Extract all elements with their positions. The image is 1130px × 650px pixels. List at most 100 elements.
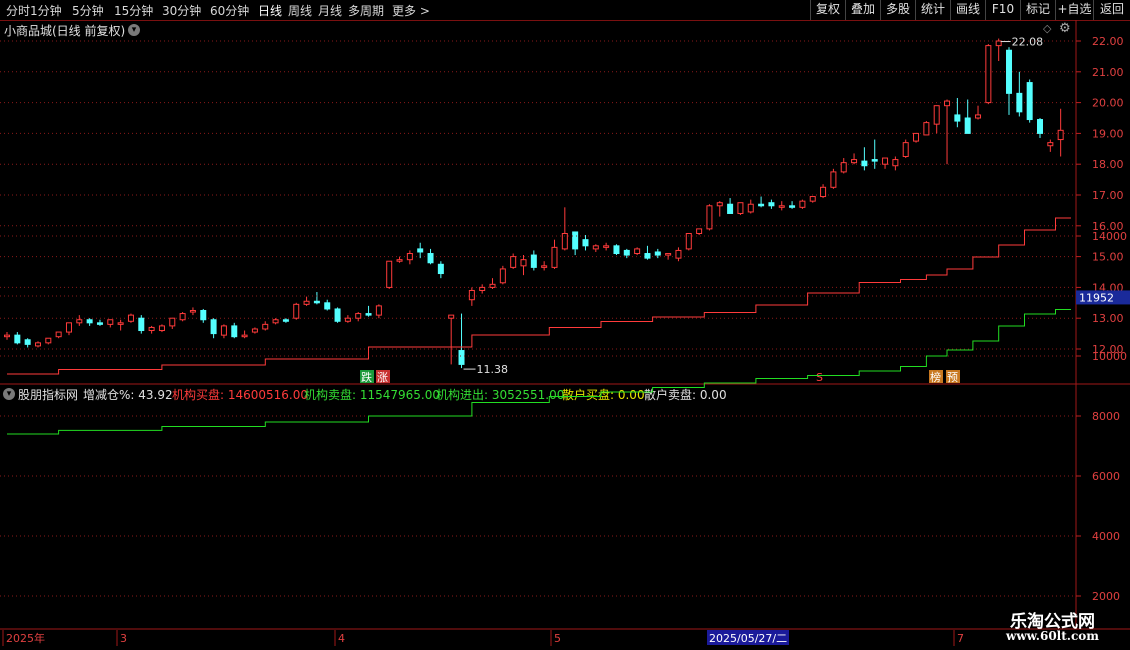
candle-body xyxy=(189,310,196,313)
candle-body xyxy=(572,231,579,250)
time-tick-label: 7 xyxy=(957,632,964,645)
candle-body xyxy=(923,122,930,136)
candle-body xyxy=(665,253,672,256)
cursor-value-label: 11952 xyxy=(1079,291,1114,304)
candle-body xyxy=(830,171,837,188)
candle-body xyxy=(913,132,920,142)
candle-body xyxy=(448,314,455,319)
institution-sell-line xyxy=(7,309,1071,435)
candle-body xyxy=(851,159,858,164)
candle-body xyxy=(902,142,909,157)
candle-body xyxy=(251,328,258,333)
candle-body xyxy=(34,342,41,347)
candle-body xyxy=(716,202,723,207)
candle-body xyxy=(355,313,362,319)
candle-body xyxy=(169,317,176,327)
candle-body xyxy=(1016,92,1023,113)
indicator-tick-label: 10000 xyxy=(1092,350,1127,363)
candle-body xyxy=(623,249,630,256)
indicator-tick-label: 6000 xyxy=(1092,470,1120,483)
candle-body xyxy=(241,334,248,338)
candle-body xyxy=(148,326,155,332)
candle-body xyxy=(871,159,878,162)
candle-body xyxy=(592,245,599,250)
price-tick-label: 20.00 xyxy=(1092,97,1124,110)
candle-body xyxy=(96,322,103,325)
candle-body xyxy=(406,253,413,261)
price-tick-label: 18.00 xyxy=(1092,158,1124,171)
candle-body xyxy=(272,319,279,324)
candle-body xyxy=(1006,49,1013,94)
candle-body xyxy=(65,322,72,333)
indicator-tick-label: 8000 xyxy=(1092,410,1120,423)
candle-body xyxy=(799,200,806,208)
candle-body xyxy=(293,303,300,319)
candle-body xyxy=(107,319,114,325)
candle-body xyxy=(603,245,610,248)
candle-body xyxy=(375,305,382,316)
watermark-logo: 乐淘公式网 www.60lt.com xyxy=(990,607,1115,647)
candle-body xyxy=(179,313,186,321)
candle-body xyxy=(1026,82,1033,121)
price-tick-label: 15.00 xyxy=(1092,251,1124,264)
candle-body xyxy=(499,268,506,284)
candle-body xyxy=(127,314,134,322)
candle-body xyxy=(541,265,548,268)
cursor-date-label: 2025/05/27/二 xyxy=(709,632,787,645)
high-price-label: 22.08 xyxy=(1012,36,1043,49)
candle-body xyxy=(479,286,486,291)
candle-body xyxy=(654,251,661,256)
indicator-tick-label: 14000 xyxy=(1092,230,1127,243)
indicator-tick-label: 4000 xyxy=(1092,530,1120,543)
candle-body xyxy=(262,323,269,330)
candle-body xyxy=(24,339,31,345)
time-tick-label: 3 xyxy=(120,632,127,645)
candle-body xyxy=(778,205,785,208)
event-marker-drop: 跌 xyxy=(361,370,372,384)
candle-body xyxy=(747,203,754,213)
candle-body xyxy=(975,114,982,119)
candle-body xyxy=(313,300,320,304)
event-marker-forecast: 预 xyxy=(947,371,958,384)
candle-body xyxy=(158,325,165,332)
institution-buy-line xyxy=(7,217,1071,375)
candle-body xyxy=(324,302,331,310)
candle-body xyxy=(613,245,620,255)
candle-body xyxy=(530,254,537,268)
candle-body xyxy=(210,319,217,335)
candle-body xyxy=(117,322,124,325)
candle-body xyxy=(427,253,434,264)
candle-body xyxy=(86,319,93,324)
price-tick-label: 13.00 xyxy=(1092,312,1124,325)
event-marker-rank: 榜 xyxy=(930,370,941,384)
candle-body xyxy=(933,105,940,125)
price-chart[interactable]: 22.0021.0020.0019.0018.0017.0016.0015.00… xyxy=(0,0,1130,650)
candle-body xyxy=(758,203,765,207)
watermark-line2: www.60lt.com xyxy=(1006,629,1099,643)
candle-body xyxy=(14,334,21,344)
candle-body xyxy=(675,249,682,259)
time-tick-label: 2025年 xyxy=(6,631,45,645)
candle-body xyxy=(1037,119,1043,134)
event-marker-rise: 涨 xyxy=(377,371,388,384)
price-tick-label: 17.00 xyxy=(1092,189,1124,202)
candle-body xyxy=(789,205,796,208)
candle-body xyxy=(396,259,403,262)
candle-body xyxy=(4,334,10,338)
candle-body xyxy=(55,331,62,338)
candle-body xyxy=(334,308,341,322)
candle-body xyxy=(417,248,424,253)
candle-body xyxy=(634,248,641,255)
candle-body xyxy=(76,319,83,324)
candle-body xyxy=(727,203,734,214)
time-tick-label: 4 xyxy=(338,632,345,645)
candle-body xyxy=(282,319,289,322)
candle-body xyxy=(985,45,992,104)
candle-body xyxy=(954,114,961,122)
price-tick-label: 19.00 xyxy=(1092,127,1124,140)
candle-body xyxy=(737,202,744,214)
candle-body xyxy=(510,256,517,268)
candle-body xyxy=(200,310,207,321)
candle-body xyxy=(809,196,816,202)
candle-body xyxy=(840,162,847,173)
